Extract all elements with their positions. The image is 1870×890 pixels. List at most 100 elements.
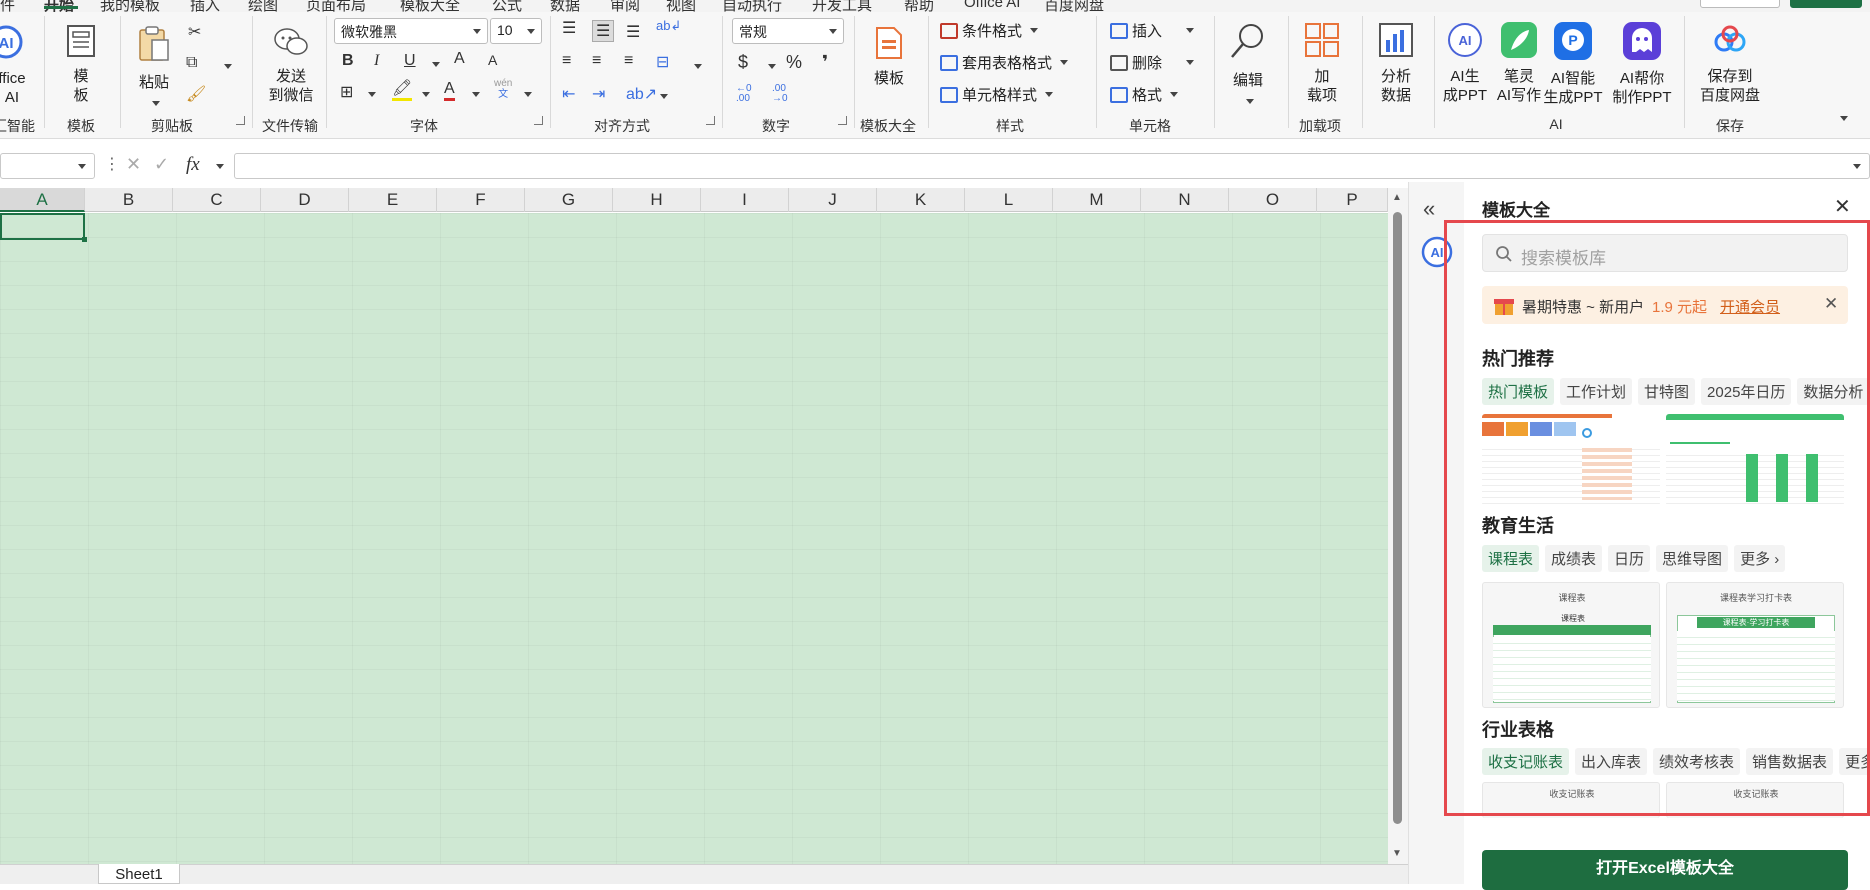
delete-cells-button[interactable]: 删除: [1110, 52, 1195, 73]
menu-office-ai[interactable]: Office AI: [964, 0, 1020, 11]
chip-data-analysis[interactable]: 数据分析: [1797, 378, 1870, 405]
column-header-p[interactable]: P: [1317, 188, 1388, 212]
column-header-e[interactable]: E: [349, 188, 437, 212]
column-header-h[interactable]: H: [613, 188, 701, 212]
menu-my-templates[interactable]: 我的模板: [100, 0, 160, 12]
align-right-icon[interactable]: ≡: [624, 52, 633, 70]
column-header-i[interactable]: I: [701, 188, 789, 212]
align-top-icon[interactable]: ☰: [562, 18, 576, 38]
confirm-entry-icon[interactable]: ✓: [154, 154, 169, 175]
font-color-dropdown-icon[interactable]: [472, 92, 480, 97]
font-color-button[interactable]: A: [444, 80, 455, 101]
column-header-d[interactable]: D: [261, 188, 349, 212]
paste-dropdown-icon[interactable]: [152, 101, 160, 106]
decrease-indent-icon[interactable]: ⇤: [562, 84, 575, 104]
chip-gantt[interactable]: 甘特图: [1638, 378, 1696, 405]
menu-formulas[interactable]: 公式: [492, 0, 522, 12]
format-cells-button[interactable]: 格式: [1110, 84, 1179, 105]
column-header-n[interactable]: N: [1141, 188, 1229, 212]
hot-template-thumb-2[interactable]: [1666, 414, 1844, 506]
send-to-wechat-button[interactable]: 发送 到微信: [262, 26, 320, 105]
function-dropdown-icon[interactable]: [216, 164, 224, 169]
comma-button[interactable]: ❜: [822, 52, 828, 73]
chip-inventory[interactable]: 出入库表: [1575, 748, 1648, 775]
merge-center-icon[interactable]: ⊟: [656, 52, 669, 72]
currency-dropdown-icon[interactable]: [768, 64, 776, 69]
template-button[interactable]: 模 板: [62, 24, 100, 105]
column-header-o[interactable]: O: [1229, 188, 1317, 212]
industry-template-thumb-1[interactable]: 收支记账表: [1482, 782, 1660, 818]
column-header-b[interactable]: B: [85, 188, 173, 212]
align-middle-icon[interactable]: ☰: [592, 20, 615, 42]
borders-dropdown-icon[interactable]: [368, 92, 376, 97]
promo-join-link[interactable]: 开通会员: [1720, 296, 1780, 317]
menu-developer[interactable]: 开发工具: [812, 0, 872, 12]
format-painter-icon[interactable]: 🖌: [186, 84, 206, 104]
column-header-l[interactable]: L: [965, 188, 1053, 212]
worksheet-grid[interactable]: [0, 213, 1388, 864]
menu-draw[interactable]: 绘图: [248, 0, 278, 12]
orientation-icon[interactable]: ab↗: [626, 84, 657, 104]
increase-indent-icon[interactable]: ⇥: [592, 84, 605, 104]
scroll-up-icon[interactable]: ▲: [1392, 192, 1402, 203]
hot-template-thumb-1[interactable]: [1482, 414, 1660, 506]
menu-page-layout[interactable]: 页面布局: [306, 0, 366, 12]
vertical-scrollbar[interactable]: ▲ ▼: [1388, 188, 1408, 864]
chip-grades[interactable]: 成绩表: [1545, 545, 1603, 572]
expand-formula-icon[interactable]: [1853, 164, 1861, 169]
ai-smart-ppt-button[interactable]: P AI智能 生成PPT: [1542, 22, 1604, 107]
edu-template-thumb-1[interactable]: 课程表 课程表: [1482, 582, 1660, 708]
share-button[interactable]: [1790, 0, 1862, 8]
promo-close-icon[interactable]: ✕: [1824, 294, 1838, 314]
menu-templates[interactable]: 模板大全: [400, 0, 460, 12]
copy-dropdown-icon[interactable]: [224, 64, 232, 69]
insert-function-button[interactable]: fx: [186, 154, 200, 176]
promo-banner[interactable]: 暑期特惠 ~ 新用户 1.9 元起 开通会员 ✕: [1482, 286, 1848, 324]
decrease-font-button[interactable]: A: [488, 52, 497, 68]
chip-schedule[interactable]: 课程表: [1482, 545, 1540, 572]
column-header-k[interactable]: K: [877, 188, 965, 212]
column-header-m[interactable]: M: [1053, 188, 1141, 212]
fill-color-icon[interactable]: 🖍: [392, 80, 413, 101]
column-header-g[interactable]: G: [525, 188, 613, 212]
comments-button[interactable]: [1700, 0, 1780, 8]
decrease-decimal-button[interactable]: .00 →0: [772, 84, 798, 104]
number-launcher-icon[interactable]: [838, 116, 847, 125]
chip-income-expense[interactable]: 收支记账表: [1482, 748, 1570, 775]
phonetic-dropdown-icon[interactable]: [524, 92, 532, 97]
align-center-icon[interactable]: ≡: [592, 52, 601, 70]
clipboard-launcher-icon[interactable]: [236, 116, 245, 125]
orientation-dropdown-icon[interactable]: [660, 94, 668, 99]
fill-color-dropdown-icon[interactable]: [422, 92, 430, 97]
close-panel-icon[interactable]: ✕: [1834, 194, 1851, 219]
column-header-c[interactable]: C: [173, 188, 261, 212]
menu-view[interactable]: 视图: [666, 0, 696, 12]
cancel-entry-icon[interactable]: ✕: [126, 154, 141, 175]
merge-dropdown-icon[interactable]: [694, 64, 702, 69]
chip-sales-data[interactable]: 销售数据表: [1746, 748, 1834, 775]
percent-button[interactable]: %: [786, 52, 802, 73]
ribbon-collapse-icon[interactable]: [1840, 116, 1848, 121]
office-ai-button[interactable]: AI ffice AI: [0, 24, 32, 107]
chip-calendar-2025[interactable]: 2025年日历: [1701, 378, 1792, 405]
chip-work-plan[interactable]: 工作计划: [1560, 378, 1633, 405]
column-header-f[interactable]: F: [437, 188, 525, 212]
analyze-data-button[interactable]: 分析 数据: [1372, 22, 1420, 105]
menu-help[interactable]: 帮助: [904, 0, 934, 12]
chip-hot-templates[interactable]: 热门模板: [1482, 378, 1555, 405]
align-left-icon[interactable]: ≡: [562, 52, 571, 70]
save-to-baidu-button[interactable]: 保存到 百度网盘: [1694, 22, 1766, 105]
insert-cells-button[interactable]: 插入: [1110, 20, 1195, 41]
collapse-panel-icon[interactable]: «: [1423, 196, 1435, 222]
active-cell[interactable]: [0, 213, 87, 242]
alignment-launcher-icon[interactable]: [706, 116, 715, 125]
font-launcher-icon[interactable]: [534, 116, 543, 125]
office-ai-side-icon[interactable]: AI: [1421, 236, 1453, 268]
wrap-text-icon[interactable]: ab↲: [656, 18, 681, 34]
menu-baidu-pan[interactable]: 百度网盘: [1044, 0, 1104, 12]
menu-automate[interactable]: 自动执行: [722, 0, 782, 12]
currency-button[interactable]: $: [738, 52, 748, 73]
phonetic-button[interactable]: wén 文: [494, 78, 512, 100]
bold-button[interactable]: B: [342, 52, 354, 70]
industry-template-thumb-2[interactable]: 收支记账表: [1666, 782, 1844, 818]
